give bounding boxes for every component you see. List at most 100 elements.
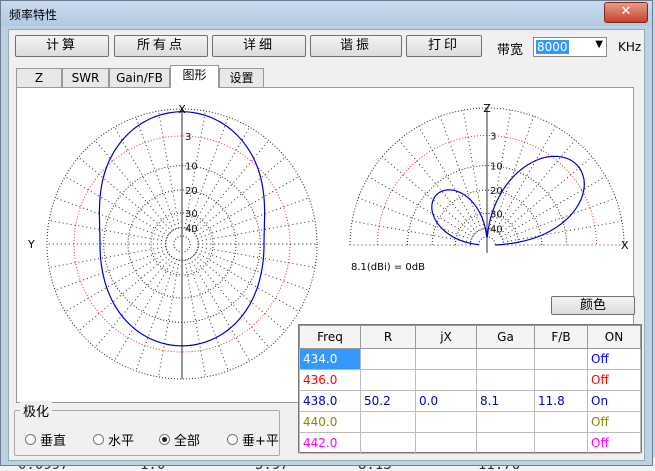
grid-spoke <box>381 156 475 235</box>
reference-level-text: 8.1(dBi) = 0dB <box>351 262 425 273</box>
table-cell-on[interactable]: Off <box>587 432 641 454</box>
polarization-option[interactable]: 水平 <box>93 430 134 449</box>
radio-button-icon[interactable] <box>227 434 238 445</box>
polarization-option[interactable]: 全部 <box>159 430 200 449</box>
column-header-on[interactable]: ON <box>587 325 641 349</box>
table-row[interactable]: 442.0 Off <box>299 432 641 454</box>
elevation-x-label: X <box>621 239 629 252</box>
table-row[interactable]: 436.0 Off <box>299 369 641 391</box>
table-cell-jx[interactable]: 0.0 <box>415 390 477 412</box>
table-row[interactable]: 434.0 Off <box>299 348 641 370</box>
table-cell-ga[interactable]: 8.1 <box>476 390 535 412</box>
grid-spoke <box>158 259 180 378</box>
azimuth-y-label: Y <box>27 238 35 251</box>
polarization-option[interactable]: 垂直 <box>25 430 66 449</box>
grid-spoke <box>135 116 177 229</box>
dialog-client-area: 计算 所有点 详细 谐振 打印 带宽 8000 ▼ KHz Z SWR Gain… <box>8 29 645 461</box>
grid-spoke <box>197 246 316 268</box>
grid-spoke <box>194 156 286 234</box>
table-cell-jx[interactable] <box>415 432 477 454</box>
calculate-button[interactable]: 计算 <box>15 35 109 57</box>
column-header-r[interactable]: R <box>360 325 416 349</box>
table-cell-fb[interactable] <box>534 432 588 454</box>
bandwidth-unit: KHz <box>618 40 642 54</box>
table-cell-r[interactable] <box>360 411 416 433</box>
table-row[interactable]: 440.0 Off <box>299 411 641 433</box>
table-cell-r[interactable]: 50.2 <box>360 390 416 412</box>
bandwidth-value: 8000 <box>536 40 569 54</box>
elevation-z-label: Z <box>483 102 491 115</box>
table-cell-r[interactable] <box>360 348 416 370</box>
print-button[interactable]: 打印 <box>406 35 482 57</box>
color-button[interactable]: 颜色 <box>551 296 635 315</box>
ring-label: 20 <box>490 186 503 197</box>
column-header-freq[interactable]: Freq <box>299 325 361 349</box>
grid-spoke <box>502 197 616 240</box>
tab-swr[interactable]: SWR <box>62 68 109 87</box>
ring-label: 40 <box>185 224 198 235</box>
grid-spoke <box>197 220 316 242</box>
all-points-button[interactable]: 所有点 <box>114 35 208 57</box>
table-cell-jx[interactable] <box>415 411 477 433</box>
grid-spoke <box>64 176 169 237</box>
table-cell-ga[interactable] <box>476 432 535 454</box>
tab-z[interactable]: Z <box>16 68 62 87</box>
table-cell-freq[interactable]: 434.0 <box>299 348 361 370</box>
bandwidth-select[interactable]: 8000 ▼ <box>533 37 607 57</box>
grid-spoke <box>78 156 170 234</box>
table-cell-jx[interactable] <box>415 348 477 370</box>
polarization-group: 极化 垂直 水平 全部 垂+平 <box>14 401 280 456</box>
resonance-button[interactable]: 谐振 <box>310 35 402 57</box>
grid-spoke <box>195 251 300 312</box>
table-cell-on[interactable]: Off <box>587 348 641 370</box>
polarization-option-label: 全部 <box>174 434 201 449</box>
frequency-table[interactable]: Freq R jX Ga F/B ON 434.0 Off 436.0 Off 438.… <box>298 324 642 454</box>
table-cell-freq[interactable]: 436.0 <box>299 369 361 391</box>
bandwidth-label: 带宽 <box>497 43 524 58</box>
polarization-option[interactable]: 垂+平 <box>227 430 279 449</box>
table-cell-on[interactable]: On <box>587 390 641 412</box>
ring-label: 30 <box>185 209 198 220</box>
grid-spoke <box>94 256 172 348</box>
table-cell-ga[interactable] <box>476 369 535 391</box>
grid-spoke <box>54 197 167 239</box>
tab-gain-fb[interactable]: Gain/FB <box>109 68 170 87</box>
grid-spoke <box>184 259 206 378</box>
polarization-option-label: 垂直 <box>40 434 67 449</box>
table-cell-fb[interactable] <box>534 411 588 433</box>
column-header-ga[interactable]: Ga <box>476 325 535 349</box>
table-cell-jx[interactable] <box>415 369 477 391</box>
grid-spoke <box>497 139 576 233</box>
grid-spoke <box>439 116 482 230</box>
column-header-fb[interactable]: F/B <box>534 325 588 349</box>
table-cell-freq[interactable]: 438.0 <box>299 390 361 412</box>
table-cell-on[interactable]: Off <box>587 369 641 391</box>
polarization-title: 极化 <box>20 401 53 420</box>
table-cell-ga[interactable] <box>476 348 535 370</box>
grid-spoke <box>192 256 270 348</box>
table-cell-freq[interactable]: 442.0 <box>299 432 361 454</box>
tab-graph[interactable]: 图形 <box>170 65 219 88</box>
table-row[interactable]: 438.0 50.2 0.0 8.1 11.8 On <box>299 390 641 412</box>
chevron-down-icon[interactable]: ▼ <box>595 39 603 50</box>
ring-label: 3 <box>185 132 191 143</box>
radio-button-icon[interactable] <box>93 434 104 445</box>
table-cell-fb[interactable]: 11.8 <box>534 390 588 412</box>
ring-label: 10 <box>185 162 198 173</box>
table-cell-fb[interactable] <box>534 369 588 391</box>
table-cell-fb[interactable] <box>534 348 588 370</box>
column-header-jx[interactable]: jX <box>415 325 477 349</box>
table-cell-on[interactable]: Off <box>587 411 641 433</box>
close-button[interactable]: ✕ <box>604 2 648 23</box>
details-button[interactable]: 详细 <box>212 35 306 57</box>
table-cell-r[interactable] <box>360 369 416 391</box>
table-cell-r[interactable] <box>360 432 416 454</box>
radio-button-icon[interactable] <box>159 434 170 445</box>
title-bar[interactable]: 频率特性 ✕ <box>1 1 652 26</box>
radio-button-icon[interactable] <box>25 434 36 445</box>
polarization-option-label: 水平 <box>108 434 135 449</box>
table-cell-ga[interactable] <box>476 411 535 433</box>
table-cell-freq[interactable]: 440.0 <box>299 411 361 433</box>
close-icon: ✕ <box>620 4 632 19</box>
tab-settings[interactable]: 设置 <box>219 68 264 87</box>
